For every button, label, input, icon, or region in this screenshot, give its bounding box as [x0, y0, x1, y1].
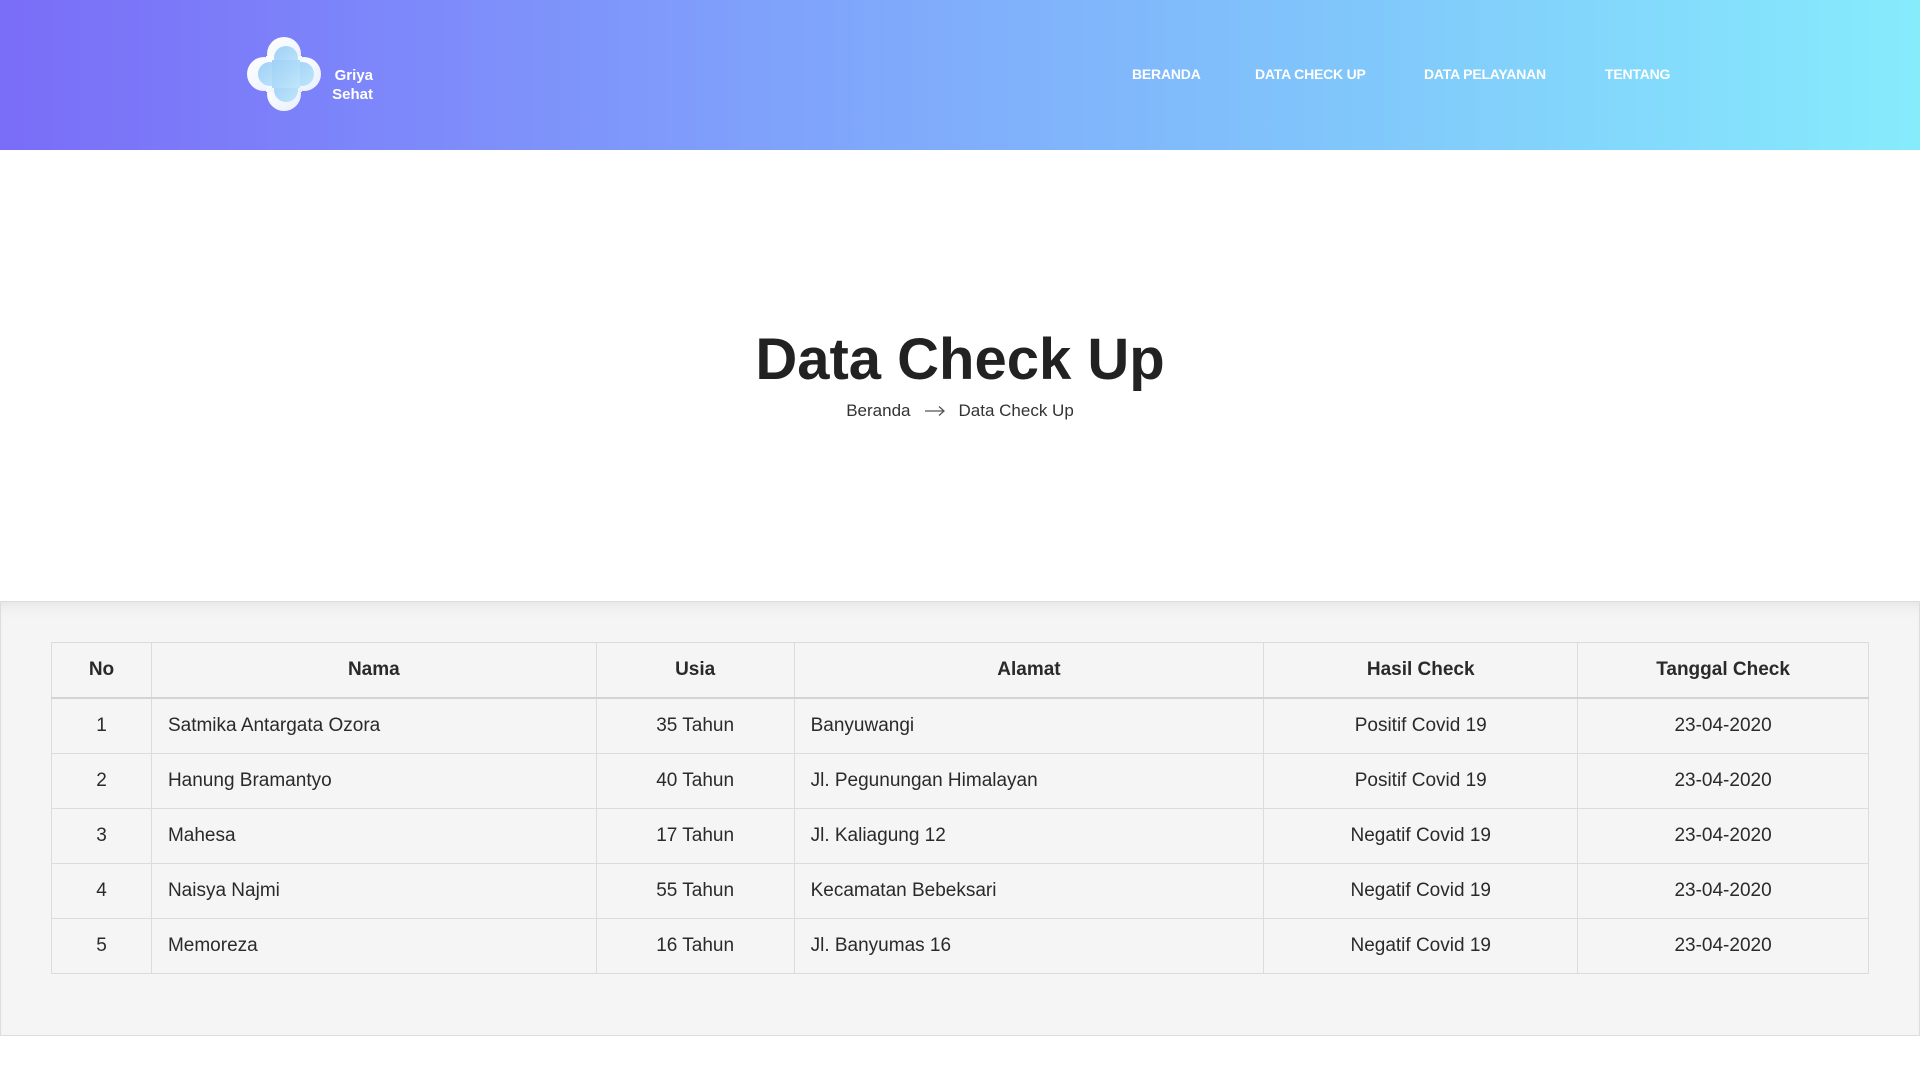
cell-no: 3 [51, 808, 152, 864]
table-row: 2 Hanung Bramantyo 40 Tahun Jl. Pegunung… [51, 753, 1869, 809]
cell-usia: 40 Tahun [595, 753, 795, 809]
cell-hasil-check: Negatif Covid 19 [1263, 863, 1579, 919]
table-header-row: No Nama Usia Alamat Hasil Check Tanggal … [51, 642, 1869, 699]
cell-usia: 35 Tahun [595, 697, 795, 754]
check-up-table: No Nama Usia Alamat Hasil Check Tanggal … [51, 642, 1869, 974]
cell-no: 5 [51, 918, 152, 974]
nav-beranda[interactable]: BERANDA [1132, 64, 1201, 84]
cell-nama: Mahesa [150, 808, 597, 864]
cell-no: 4 [51, 863, 152, 919]
cell-tanggal-check: 23-04-2020 [1577, 863, 1869, 919]
table-row: 4 Naisya Najmi 55 Tahun Kecamatan Bebeks… [51, 863, 1869, 919]
cell-usia: 55 Tahun [595, 863, 795, 919]
cell-nama: Naisya Najmi [150, 863, 597, 919]
nav-data-check-up[interactable]: DATA CHECK UP [1255, 64, 1366, 84]
table-row: 5 Memoreza 16 Tahun Jl. Banyumas 16 Nega… [51, 918, 1869, 974]
arrow-right-icon [924, 406, 945, 416]
cell-alamat: Jl. Banyumas 16 [793, 918, 1265, 974]
cell-hasil-check: Positif Covid 19 [1263, 697, 1579, 754]
check-up-section: No Nama Usia Alamat Hasil Check Tanggal … [0, 601, 1920, 1036]
logo-cross-icon [247, 37, 321, 111]
logo-text: Griya Sehat [323, 66, 373, 104]
column-header-tanggal-check: Tanggal Check [1577, 642, 1869, 699]
cell-alamat: Jl. Kaliagung 12 [793, 808, 1265, 864]
cell-nama: Hanung Bramantyo [150, 753, 597, 809]
cell-usia: 17 Tahun [595, 808, 795, 864]
cell-no: 2 [51, 753, 152, 809]
cell-tanggal-check: 23-04-2020 [1577, 808, 1869, 864]
cell-hasil-check: Negatif Covid 19 [1263, 918, 1579, 974]
cell-tanggal-check: 23-04-2020 [1577, 753, 1869, 809]
logo-line-1: Griya [334, 67, 373, 84]
logo-link[interactable]: Griya Sehat [246, 36, 386, 116]
column-header-no: No [51, 642, 152, 699]
page-title: Data Check Up [755, 327, 1165, 392]
table-row: 3 Mahesa 17 Tahun Jl. Kaliagung 12 Negat… [51, 808, 1869, 864]
cell-nama: Memoreza [150, 918, 597, 974]
cell-usia: 16 Tahun [595, 918, 795, 974]
nav-tentang[interactable]: TENTANG [1605, 64, 1670, 84]
breadcrumb-current: Data Check Up [958, 401, 1074, 420]
cell-alamat: Banyuwangi [793, 697, 1265, 754]
cell-nama: Satmika Antargata Ozora [150, 697, 597, 754]
cell-hasil-check: Negatif Covid 19 [1263, 808, 1579, 864]
cell-no: 1 [51, 697, 152, 754]
column-header-usia: Usia [595, 642, 795, 699]
breadcrumb-home-link[interactable]: Beranda [846, 400, 910, 422]
cell-tanggal-check: 23-04-2020 [1577, 918, 1869, 974]
logo-line-2: Sehat [332, 86, 373, 103]
cell-tanggal-check: 23-04-2020 [1577, 697, 1869, 754]
cell-hasil-check: Positif Covid 19 [1263, 753, 1579, 809]
breadcrumb: Beranda Data Check Up [0, 400, 1920, 422]
cell-alamat: Jl. Pegunungan Himalayan [793, 753, 1265, 809]
site-header: Griya Sehat BERANDA DATA CHECK UP DATA P… [0, 0, 1920, 150]
column-header-alamat: Alamat [793, 642, 1265, 699]
column-header-nama: Nama [150, 642, 597, 699]
column-header-hasil-check: Hasil Check [1263, 642, 1579, 699]
cell-alamat: Kecamatan Bebeksari [793, 863, 1265, 919]
nav-data-pelayanan[interactable]: DATA PELAYANAN [1424, 64, 1546, 84]
table-row: 1 Satmika Antargata Ozora 35 Tahun Banyu… [51, 697, 1869, 754]
